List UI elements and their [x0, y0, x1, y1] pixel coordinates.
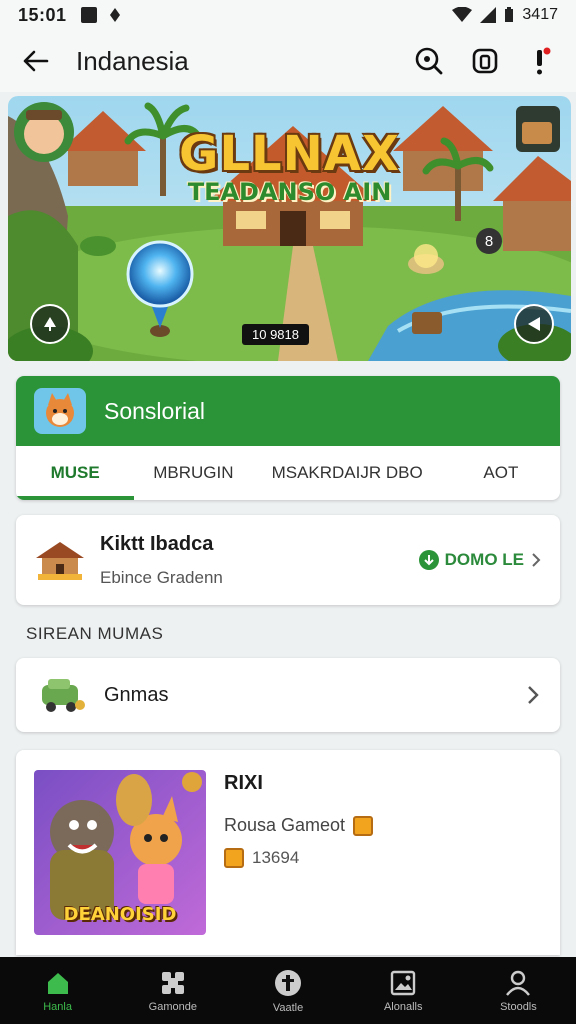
nav-item-home[interactable]: Hanla: [0, 957, 115, 1024]
game-subtitle: Rousa Gameot: [224, 815, 346, 835]
developer-card: Sonslorial MUSE MBRUGIN MSAKRDAIJR DBO A…: [16, 376, 560, 500]
hero-up-button[interactable]: [30, 304, 70, 344]
battery-icon: [505, 7, 514, 22]
battery-level: 3417: [522, 6, 558, 23]
share-icon: [472, 48, 498, 74]
status-bar: 15:01 3417: [0, 0, 576, 30]
notification-icon: [80, 7, 97, 23]
notification-bell-icon: [109, 8, 120, 22]
hero-title: GLLNAX: [179, 126, 400, 182]
wifi-icon: [452, 7, 473, 22]
house-icon: [36, 542, 84, 580]
info-card[interactable]: Kiktt Ibadca Ebince Gradenn DOMO LE: [16, 515, 560, 605]
download-button[interactable]: DOMO LE: [418, 550, 542, 570]
game-art: DEANOISID: [34, 770, 206, 935]
arrow-left-icon: [528, 317, 540, 331]
games-row[interactable]: Gnmas: [16, 658, 560, 732]
status-time: 15:01: [18, 4, 67, 25]
fox-character-icon: [46, 393, 74, 427]
car-character-icon: [42, 679, 85, 712]
hero-subtitle: TEADANSO AIN: [187, 178, 392, 206]
share-button[interactable]: [468, 44, 502, 78]
info-icon: [275, 969, 301, 996]
hero-banner[interactable]: GLLNAX TEADANSO AIN 8 10 9818: [8, 96, 571, 361]
nav-label-home: Hanla: [43, 1000, 72, 1013]
tab-msakrdaijr-dbo[interactable]: MSAKRDAIJR DBO: [253, 446, 442, 500]
game-art-label: DEANOISID: [63, 904, 177, 925]
tab-aot[interactable]: AOT: [442, 446, 560, 500]
nav-label-profile: Stoodls: [500, 1000, 537, 1013]
developer-header[interactable]: Sonslorial: [16, 376, 560, 446]
nav-label-info: Vaatle: [272, 1001, 304, 1014]
bottom-navigation: Hanla Gamonde Vaatle Alonalls Stoodls: [0, 957, 576, 1024]
gift-box-icon: [353, 815, 374, 836]
developer-avatar: [34, 388, 86, 434]
info-subtitle: Ebince Gradenn: [100, 567, 223, 587]
gamepad-icon: [161, 971, 184, 994]
section-heading: SIREAN MUMAS: [26, 624, 164, 643]
chevron-right-icon: [528, 686, 539, 704]
chevron-right-icon: [532, 553, 541, 567]
tab-muse[interactable]: MUSE: [16, 446, 135, 500]
app-bar: Indanesia: [0, 30, 576, 92]
game-count: 13694: [252, 848, 300, 867]
nav-label-games: Gamonde: [148, 1000, 197, 1013]
more-options-button[interactable]: [524, 44, 558, 78]
nav-label-gallery: Alonalls: [383, 1000, 423, 1013]
page-title: Indanesia: [76, 45, 189, 76]
search-icon: [415, 47, 443, 75]
game-title: RIXI: [224, 772, 263, 794]
image-icon: [391, 970, 416, 995]
games-label: Gnmas: [104, 683, 169, 706]
back-button[interactable]: [18, 44, 52, 78]
search-button[interactable]: [412, 44, 446, 78]
coin-box-icon: [224, 848, 244, 868]
tab-mbrugin[interactable]: MBRUGIN: [134, 446, 252, 500]
game-card[interactable]: DEANOISID RIXI Rousa Gameot 13694: [16, 750, 560, 955]
nav-item-info[interactable]: Vaatle: [230, 957, 345, 1024]
tab-bar: MUSE MBRUGIN MSAKRDAIJR DBO AOT: [16, 446, 560, 500]
nav-item-gallery[interactable]: Alonalls: [346, 957, 461, 1024]
hero-counter: 10 9818: [242, 324, 309, 345]
nav-item-profile[interactable]: Stoodls: [461, 957, 576, 1024]
home-icon: [47, 972, 68, 994]
hero-next-button[interactable]: [514, 304, 554, 344]
download-label: DOMO LE: [444, 550, 524, 569]
developer-name: Sonslorial: [104, 397, 205, 424]
arrow-up-icon: [44, 317, 56, 331]
hero-count-badge: 8: [476, 228, 502, 254]
person-icon: [506, 970, 531, 996]
info-title: Kiktt Ibadca: [100, 532, 214, 555]
back-arrow-icon: [23, 50, 49, 72]
more-options-icon: [537, 47, 551, 75]
nav-item-games[interactable]: Gamonde: [115, 957, 230, 1024]
signal-icon: [480, 7, 497, 23]
download-icon: [418, 550, 439, 570]
